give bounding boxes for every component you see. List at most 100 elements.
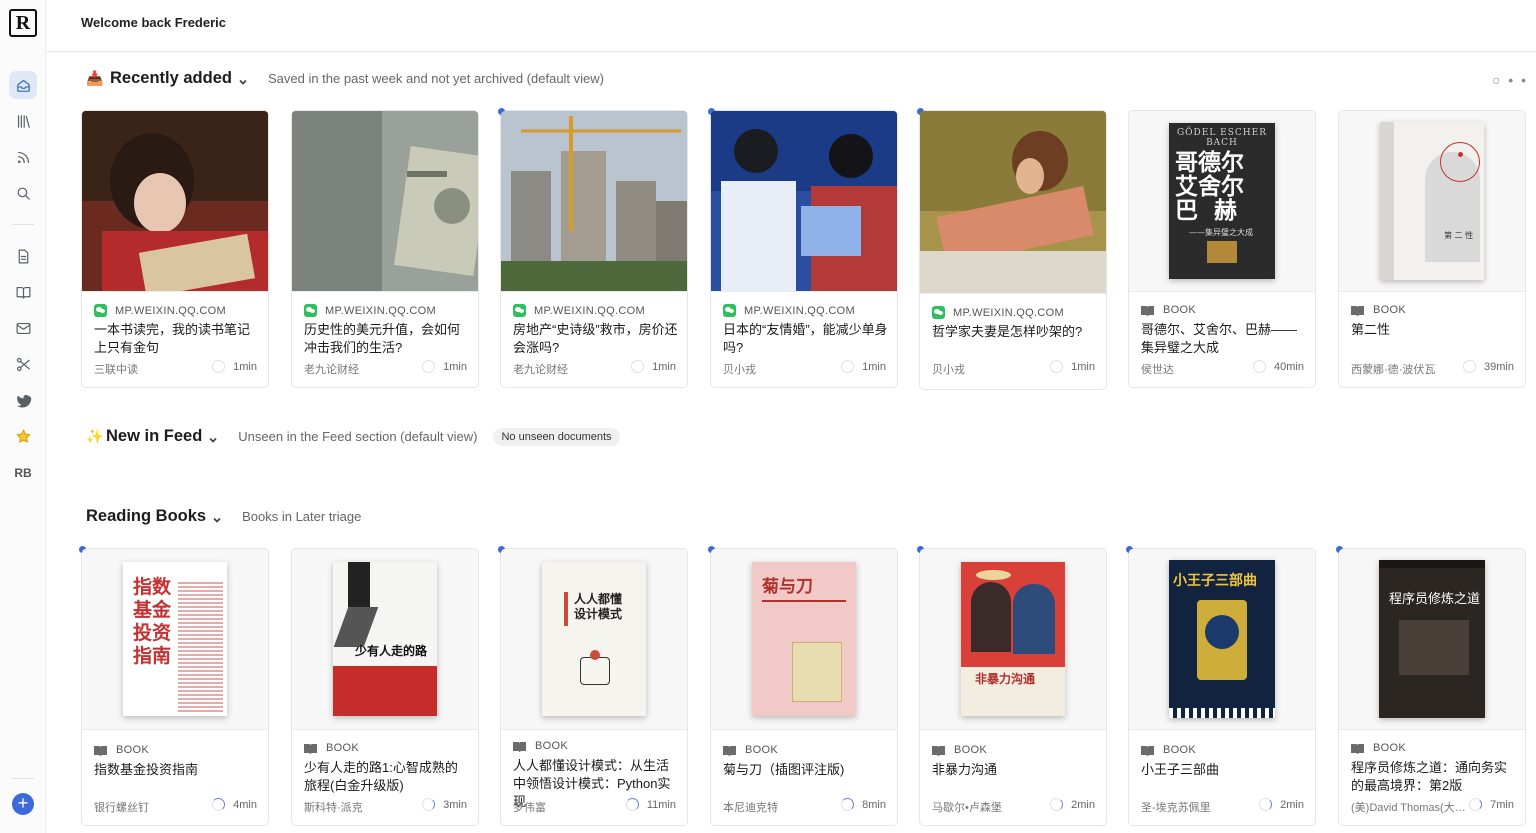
book-cover: 小王子三部曲 (1169, 560, 1275, 718)
document-title[interactable]: 历史性的美元升值，会如何冲击我们的生活? (304, 321, 470, 357)
book-card[interactable]: 少有人走的路 BOOK 少有人走的路1:心智成熟的旅程(白金升级版) 斯科特·派… (291, 548, 479, 826)
reading-time: 1min (443, 360, 467, 373)
article-thumbnail (711, 111, 897, 292)
document-title[interactable]: 程序员修炼之道：通向务实的最高境界：第2版 (1351, 759, 1517, 795)
status-badge: No unseen documents (493, 427, 620, 446)
document-title[interactable]: 指数基金投资指南 (94, 761, 260, 779)
document-title[interactable]: 小王子三部曲 (1141, 761, 1307, 779)
twitter-icon[interactable] (9, 386, 37, 414)
book-cover-area: 非暴力沟通 (920, 549, 1106, 730)
document-card[interactable]: MP.WEIXIN.QQ.COM 一本书读完，我的读书笔记上只有金句 三联中读 … (81, 110, 269, 388)
article-thumbnail (292, 111, 478, 292)
book-cover-area: 菊与刀 (711, 549, 897, 730)
progress-ring-icon (631, 360, 645, 373)
progress-ring-icon (1050, 360, 1064, 373)
library-icon[interactable] (9, 107, 37, 135)
source-label: BOOK (954, 744, 987, 756)
reading-time: 1min (1071, 360, 1095, 373)
document-title[interactable]: 日本的“友情婚”，能减少单身吗? (723, 321, 889, 357)
section-title[interactable]: New in Feed (106, 427, 202, 446)
document-author: 三联中读 (94, 364, 138, 376)
document-author: 贝小戎 (723, 364, 756, 376)
inbox-tray-icon: 📥 (86, 70, 104, 86)
book-cover: 第 二 性 (1380, 122, 1484, 280)
new-in-feed-header: ✨ New in Feed Unseen in the Feed section… (86, 427, 620, 446)
book-card[interactable]: 非暴力沟通 BOOK 非暴力沟通 马歇尔•卢森堡 2min (917, 546, 1107, 826)
book-card[interactable]: 程序员修炼之道 BOOK 程序员修炼之道：通向务实的最高境界：第2版 (美)Da… (1336, 546, 1526, 826)
readwise-logo[interactable]: R (9, 9, 37, 37)
book-icon (1141, 745, 1154, 756)
document-title[interactable]: 非暴力沟通 (932, 761, 1098, 779)
more-options-icon[interactable]: ○ • • (1492, 72, 1528, 88)
wechat-icon (513, 304, 526, 317)
document-author: (美)David Thomas(大… (1351, 802, 1466, 814)
search-icon[interactable] (9, 179, 37, 207)
document-author: 斯科特·派克 (304, 802, 363, 814)
article-thumbnail (82, 111, 268, 292)
book-card[interactable]: 指数 基金 投资 指南 BOOK 指数基金投资指南 银行螺丝钉 4min (79, 546, 269, 826)
reading-time: 8min (862, 798, 886, 811)
scissors-icon[interactable] (9, 350, 37, 378)
source-label: BOOK (326, 742, 359, 754)
chevron-down-icon[interactable] (238, 74, 248, 85)
mail-icon[interactable] (9, 314, 37, 342)
reading-time: 1min (862, 360, 886, 373)
reading-time: 2min (1280, 798, 1304, 811)
document-author: 西蒙娜·德·波伏瓦 (1351, 364, 1436, 376)
chevron-down-icon[interactable] (208, 432, 218, 443)
rss-icon[interactable] (9, 143, 37, 171)
book-cover-area: 人人都懂 设计模式 (501, 549, 687, 730)
reading-time: 39min (1484, 360, 1514, 373)
document-author: 本尼迪克特 (723, 802, 778, 814)
book-card[interactable]: 人人都懂 设计模式 BOOK 人人都懂设计模式：从生活中领悟设计模式：Pytho… (498, 546, 688, 826)
source-label: BOOK (1163, 304, 1196, 316)
home-icon[interactable] (9, 71, 37, 99)
book-card[interactable]: 菊与刀 BOOK 菊与刀（插图评注版) 本尼迪克特 8min (708, 546, 898, 826)
document-author: 马歇尔•卢森堡 (932, 802, 1002, 814)
document-title[interactable]: 第二性 (1351, 321, 1517, 339)
document-title[interactable]: 少有人走的路1:心智成熟的旅程(白金升级版) (304, 759, 470, 795)
book-icon (1351, 305, 1364, 316)
source-label: BOOK (1373, 742, 1406, 754)
document-card[interactable]: MP.WEIXIN.QQ.COM 历史性的美元升值，会如何冲击我们的生活? 老九… (291, 110, 479, 388)
document-title[interactable]: 房地产“史诗级”救市，房价还会涨吗? (513, 321, 679, 357)
source-label: BOOK (1163, 744, 1196, 756)
book-cover: GÖDEL ESCHER BACH 哥德尔 艾舍尔 巴 赫 ——集异璧之大成 (1169, 123, 1275, 279)
progress-ring-icon (422, 798, 436, 811)
book-cover-area: 第 二 性 (1339, 111, 1525, 292)
document-author: 罗伟富 (513, 802, 546, 814)
chevron-down-icon[interactable] (212, 512, 222, 523)
book-cover-area: 小王子三部曲 (1129, 549, 1315, 730)
book-cover: 少有人走的路 (333, 562, 437, 716)
progress-ring-icon (1253, 360, 1267, 373)
book-cover: 指数 基金 投资 指南 (123, 562, 227, 716)
book-card[interactable]: 第 二 性 BOOK 第二性 西蒙娜·德·波伏瓦 39min (1338, 110, 1526, 388)
reading-time: 7min (1490, 798, 1514, 811)
book-icon (1141, 305, 1154, 316)
section-title[interactable]: Reading Books (86, 507, 206, 526)
book-cover-area: GÖDEL ESCHER BACH 哥德尔 艾舍尔 巴 赫 ——集异璧之大成 (1129, 111, 1315, 292)
rb-shortcut[interactable]: RB (9, 463, 37, 483)
book-card[interactable]: GÖDEL ESCHER BACH 哥德尔 艾舍尔 巴 赫 ——集异璧之大成 B… (1128, 110, 1316, 388)
book-cover: 人人都懂 设计模式 (542, 562, 646, 716)
star-icon[interactable] (9, 422, 37, 450)
document-title[interactable]: 哲学家夫妻是怎样吵架的? (932, 323, 1098, 341)
section-title[interactable]: Recently added (110, 69, 232, 88)
source-label: BOOK (745, 744, 778, 756)
sidebar-divider (12, 224, 34, 225)
book-icon[interactable] (9, 278, 37, 306)
document-card[interactable]: MP.WEIXIN.QQ.COM 哲学家夫妻是怎样吵架的? 贝小戎 1min (917, 108, 1107, 390)
book-cover: 非暴力沟通 (961, 562, 1065, 716)
document-card[interactable]: MP.WEIXIN.QQ.COM 房地产“史诗级”救市，房价还会涨吗? 老九论财… (498, 108, 688, 388)
document-icon[interactable] (9, 242, 37, 270)
book-icon (723, 745, 736, 756)
document-title[interactable]: 哥德尔、艾舍尔、巴赫——集异璧之大成 (1141, 321, 1307, 357)
source-label: BOOK (116, 744, 149, 756)
document-card[interactable]: MP.WEIXIN.QQ.COM 日本的“友情婚”，能减少单身吗? 贝小戎 1m… (708, 108, 898, 388)
book-card[interactable]: 小王子三部曲 BOOK 小王子三部曲 圣-埃克苏佩里 2min (1126, 546, 1316, 826)
document-title[interactable]: 一本书读完，我的读书笔记上只有金句 (94, 321, 260, 357)
document-title[interactable]: 菊与刀（插图评注版) (723, 761, 889, 779)
document-author: 贝小戎 (932, 364, 965, 376)
add-button[interactable]: + (12, 793, 34, 815)
book-cover-area: 指数 基金 投资 指南 (82, 549, 268, 730)
